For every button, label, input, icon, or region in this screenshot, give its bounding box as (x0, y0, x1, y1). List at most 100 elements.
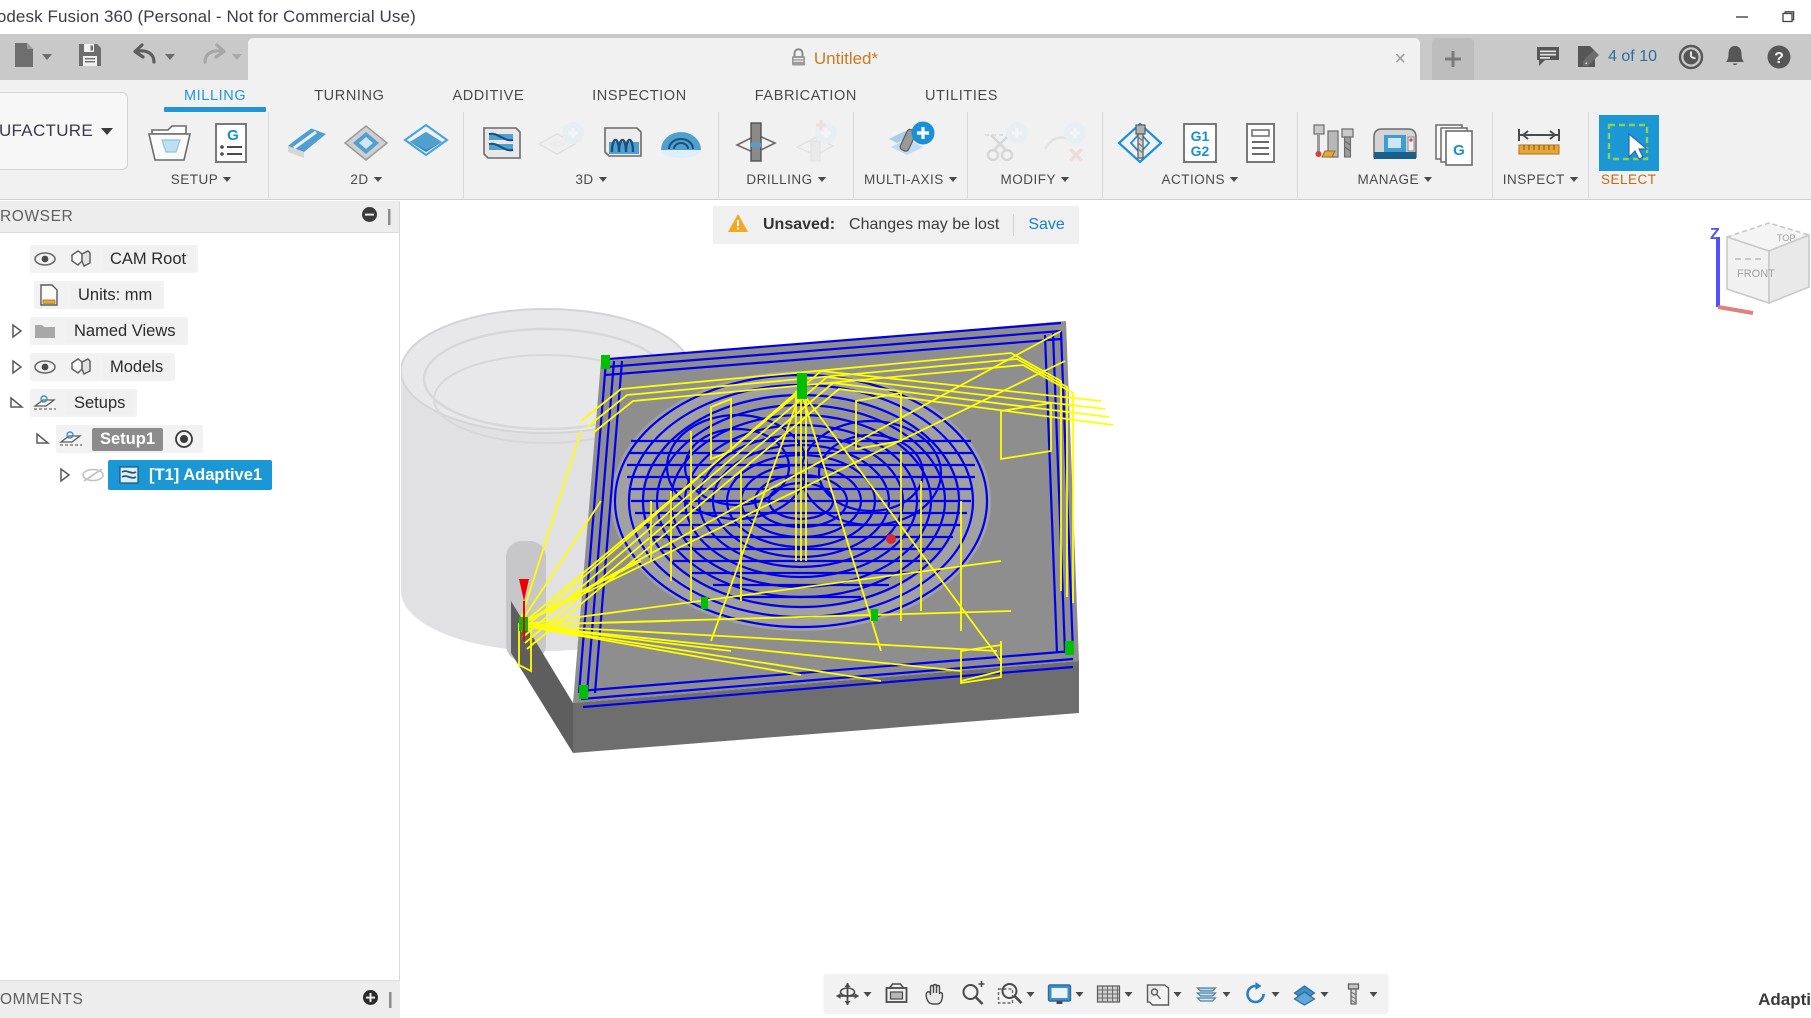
pocket-button[interactable] (399, 116, 453, 170)
eye-icon[interactable] (30, 245, 60, 273)
bore-button[interactable] (789, 116, 843, 170)
layers-button[interactable] (1189, 975, 1236, 1013)
simulate-button[interactable] (1113, 116, 1167, 170)
minus-circle-icon[interactable] (361, 206, 378, 228)
history-button[interactable] (1669, 34, 1713, 80)
tree-node-adaptive1[interactable]: [T1] Adaptive1 (0, 457, 399, 493)
browser-resize-grip[interactable] (388, 208, 391, 225)
panel-multi-axis-label[interactable]: MULTI-AXIS (864, 172, 957, 187)
viewport-canvas[interactable]: Unsaved: Changes may be lost Save TOP FR… (401, 201, 1811, 1018)
tree-node-models[interactable]: Models (0, 349, 399, 385)
workspace-dropdown-caret[interactable] (101, 127, 113, 135)
minimize-button[interactable] (1719, 0, 1765, 34)
tree-node-cam-root[interactable]: CAM Root (0, 241, 399, 277)
notification-save-link[interactable]: Save (1028, 216, 1064, 234)
display-settings-button[interactable] (1042, 975, 1089, 1013)
workspace-selector[interactable]: ANUFACTURE (0, 92, 128, 170)
multiaxis-button[interactable] (883, 116, 937, 170)
chevron-down-icon[interactable] (1124, 991, 1133, 997)
new-document-tab-button[interactable] (1432, 38, 1474, 80)
tree-node-setups[interactable]: Setups (0, 385, 399, 421)
hidden-eye-icon[interactable] (78, 461, 108, 489)
expand-arrow-expanded[interactable] (4, 395, 30, 411)
panel-modify-label[interactable]: MODIFY (1001, 172, 1070, 187)
chevron-down-icon[interactable] (1271, 991, 1280, 997)
adaptive-clearing-button[interactable] (339, 116, 393, 170)
post-process-button[interactable]: G (204, 116, 258, 170)
viewports-button[interactable] (1140, 975, 1187, 1013)
tab-milling[interactable]: MILLING (150, 84, 280, 112)
restore-button[interactable] (1765, 0, 1811, 34)
plus-circle-icon[interactable] (362, 989, 379, 1011)
chevron-down-icon[interactable] (1320, 991, 1329, 997)
measure-button[interactable] (1513, 116, 1567, 170)
tab-fabrication[interactable]: FABRICATION (721, 84, 891, 104)
redo-dropdown-caret[interactable] (232, 54, 242, 60)
comments-button[interactable] (1526, 34, 1570, 80)
chevron-down-icon[interactable] (863, 991, 872, 997)
expand-arrow-collapsed[interactable] (4, 323, 30, 339)
new-file-button[interactable] (6, 34, 57, 80)
face-button[interactable] (279, 116, 333, 170)
tool-library-button[interactable] (1308, 116, 1362, 170)
panel-3d-label[interactable]: 3D (575, 172, 607, 187)
notifications-button[interactable] (1713, 34, 1757, 80)
tab-inspection[interactable]: INSPECTION (558, 84, 721, 104)
post-process-gcode-button[interactable]: G1 G2 (1173, 116, 1227, 170)
trim-toolpath-button[interactable] (978, 116, 1032, 170)
delete-toolpath-button[interactable] (1038, 116, 1092, 170)
save-button[interactable] (71, 34, 109, 80)
zoom-window-button[interactable] (993, 975, 1040, 1013)
panel-actions-label[interactable]: ACTIONS (1162, 172, 1239, 187)
tree-node-setup1[interactable]: Setup1 (0, 421, 399, 457)
panel-manage-label[interactable]: MANAGE (1358, 172, 1433, 187)
adaptive3d-button[interactable] (474, 116, 528, 170)
eye-icon[interactable] (30, 353, 60, 381)
view-cube[interactable]: TOP FRONT Z (1691, 207, 1811, 317)
pan-button[interactable] (917, 975, 953, 1013)
setup-button[interactable] (144, 116, 198, 170)
undo-dropdown-caret[interactable] (165, 54, 175, 60)
parallel-button[interactable] (594, 116, 648, 170)
machine-library-button[interactable] (1368, 116, 1422, 170)
tab-turning[interactable]: TURNING (280, 84, 418, 104)
select-button[interactable] (1598, 115, 1659, 171)
chevron-down-icon[interactable] (1075, 991, 1084, 997)
panel-inspect-label[interactable]: INSPECT (1503, 172, 1578, 187)
setup-sheet-button[interactable] (1233, 116, 1287, 170)
redo-button[interactable] (194, 34, 247, 80)
help-button[interactable]: ? (1757, 34, 1801, 80)
expand-arrow-collapsed[interactable] (4, 359, 30, 375)
new-file-dropdown-caret[interactable] (42, 54, 52, 60)
tab-utilities[interactable]: UTILITIES (891, 84, 1032, 104)
orbit-button[interactable] (830, 975, 877, 1013)
panel-drilling-label[interactable]: DRILLING (746, 172, 826, 187)
grid-snaps-button[interactable] (1091, 975, 1138, 1013)
pocket-clearing-button[interactable] (534, 116, 588, 170)
chevron-down-icon[interactable] (1026, 991, 1035, 997)
comments-resize-grip[interactable] (389, 991, 392, 1008)
panel-2d-label[interactable]: 2D (350, 172, 382, 187)
refresh-button[interactable] (1238, 975, 1285, 1013)
tree-node-units[interactable]: Units: mm (0, 277, 399, 313)
panel-select-label[interactable]: SELECT (1601, 172, 1657, 187)
scallop-button[interactable] (654, 116, 708, 170)
expand-arrow-expanded[interactable] (30, 431, 56, 447)
panel-setup-label[interactable]: SETUP (171, 172, 232, 187)
appearance-button[interactable] (1287, 975, 1334, 1013)
chevron-down-icon[interactable] (1222, 991, 1231, 997)
close-document-button[interactable]: × (1394, 49, 1406, 69)
chevron-down-icon[interactable] (1369, 991, 1378, 997)
document-tab[interactable]: Untitled* × (248, 38, 1420, 80)
chevron-down-icon[interactable] (1173, 991, 1182, 997)
post-library-button[interactable]: G (1428, 116, 1482, 170)
tab-additive[interactable]: ADDITIVE (418, 84, 558, 104)
tool-visibility-button[interactable] (1336, 975, 1383, 1013)
tree-node-named-views[interactable]: Named Views (0, 313, 399, 349)
zoom-button[interactable] (955, 975, 991, 1013)
undo-button[interactable] (127, 34, 180, 80)
look-at-button[interactable] (879, 975, 915, 1013)
activate-setup-radio[interactable] (169, 425, 199, 453)
expand-arrow-collapsed[interactable] (52, 467, 78, 483)
job-status-button[interactable] (1570, 34, 1606, 80)
